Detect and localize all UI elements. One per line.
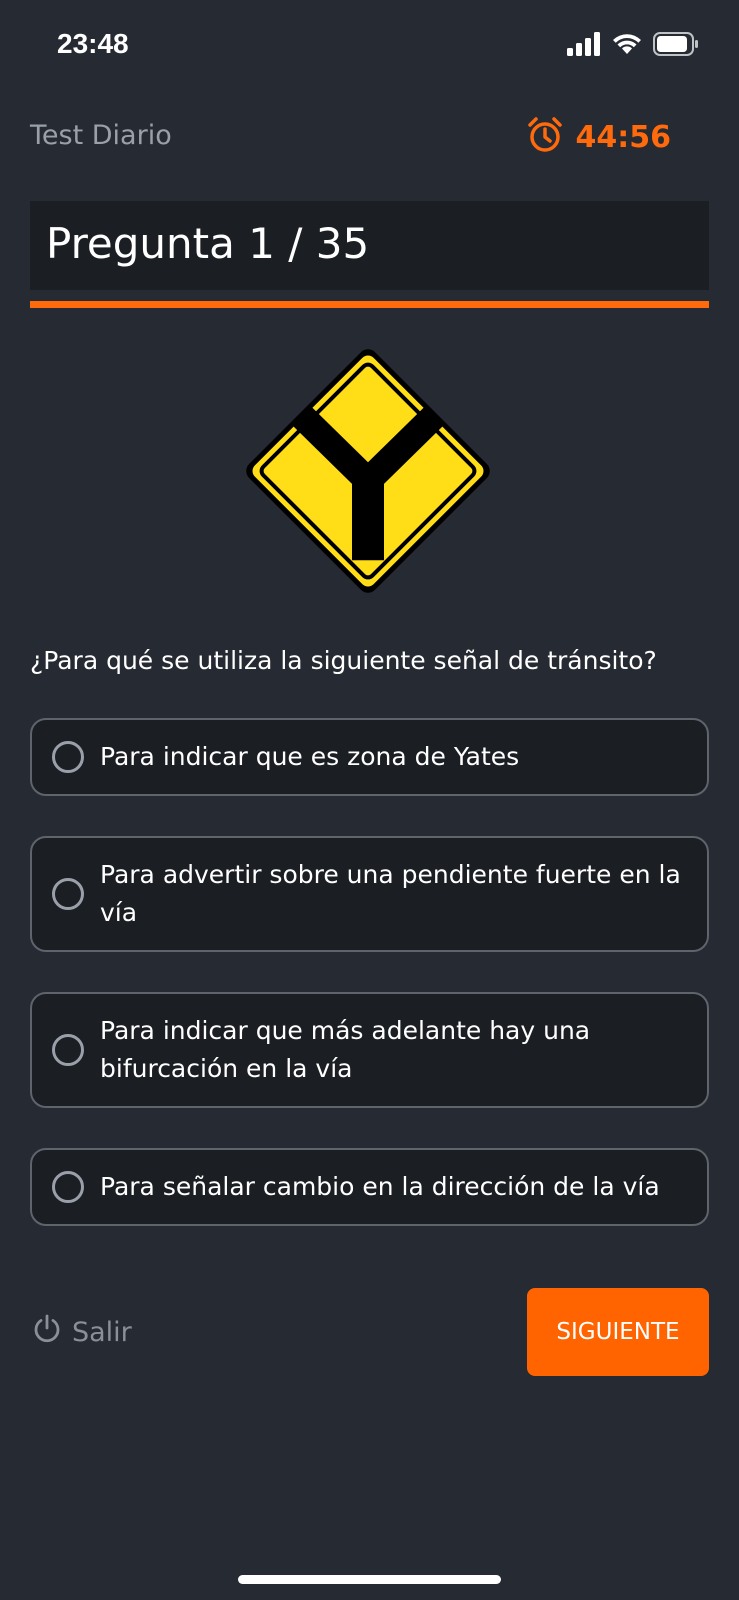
answer-option-label: Para indicar que es zona de Yates xyxy=(100,742,520,771)
answer-option-4[interactable]: Para señalar cambio en la dirección de l… xyxy=(30,1148,709,1226)
page-title: Test Diario xyxy=(30,120,172,151)
battery-icon xyxy=(653,32,699,60)
header: Test Diario 44:56 xyxy=(30,112,709,162)
answer-option-label: Para indicar que más adelante hay una bi… xyxy=(100,1016,591,1083)
wifi-icon xyxy=(611,32,643,60)
footer: Salir SIGUIENTE xyxy=(30,1288,709,1376)
radio-button-icon[interactable] xyxy=(52,1034,84,1066)
answer-option-label: Para señalar cambio en la dirección de l… xyxy=(100,1172,660,1201)
progress-fill xyxy=(30,301,709,308)
power-icon xyxy=(32,1314,62,1351)
question-text: ¿Para qué se utiliza la siguiente señal … xyxy=(30,646,657,675)
countdown-timer: 44:56 xyxy=(526,116,672,158)
status-time: 23:48 xyxy=(57,28,129,59)
home-indicator[interactable] xyxy=(238,1575,501,1584)
answer-option-label: Para advertir sobre una pendiente fuerte… xyxy=(100,860,681,927)
answer-option-3[interactable]: Para indicar que más adelante hay una bi… xyxy=(30,992,709,1108)
exit-label: Salir xyxy=(72,1317,132,1348)
question-header: Pregunta 1 / 35 xyxy=(30,201,709,290)
answer-option-1[interactable]: Para indicar que es zona de Yates xyxy=(30,718,709,796)
radio-button-icon[interactable] xyxy=(52,1171,84,1203)
y-junction-road-sign xyxy=(235,338,501,604)
next-button[interactable]: SIGUIENTE xyxy=(527,1288,709,1376)
signal-icon xyxy=(567,32,601,60)
radio-button-icon[interactable] xyxy=(52,741,84,773)
answer-option-2[interactable]: Para advertir sobre una pendiente fuerte… xyxy=(30,836,709,952)
progress-bar xyxy=(30,301,709,308)
status-icons xyxy=(567,32,699,60)
timer-value: 44:56 xyxy=(575,119,672,155)
radio-button-icon[interactable] xyxy=(52,878,84,910)
exit-button[interactable]: Salir xyxy=(32,1314,132,1351)
question-counter: Pregunta 1 / 35 xyxy=(46,219,370,268)
alarm-clock-icon xyxy=(526,116,564,158)
status-bar: 23:48 xyxy=(0,0,739,95)
